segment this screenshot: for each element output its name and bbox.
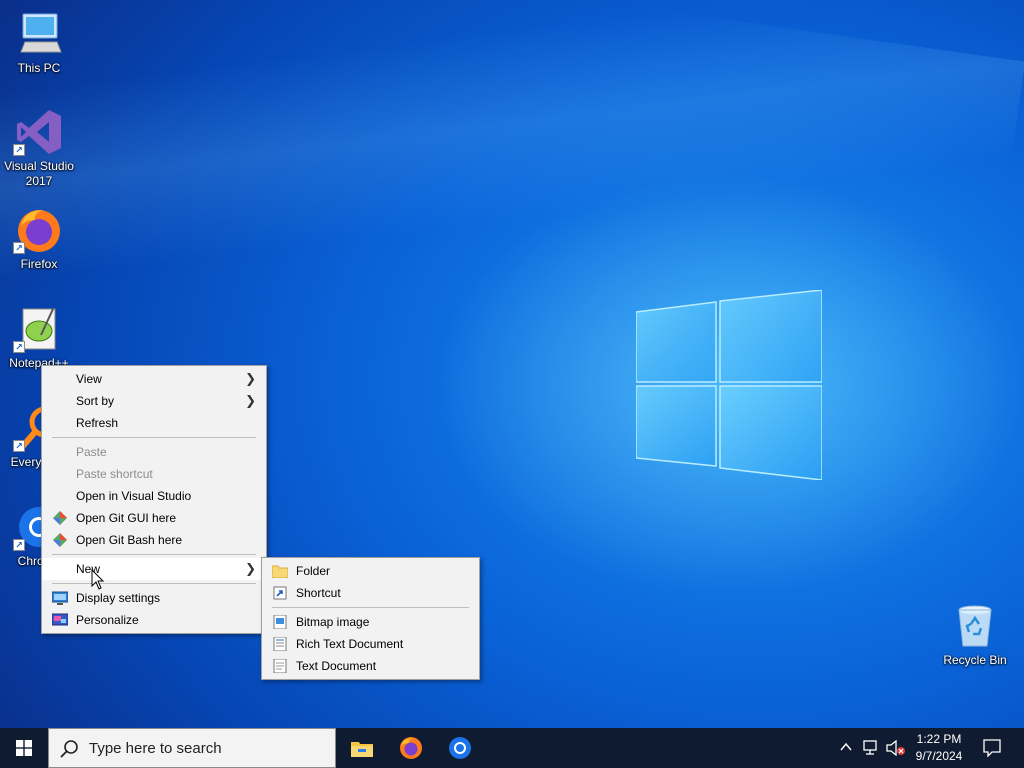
mouse-cursor-icon — [91, 569, 105, 590]
text-document-icon — [273, 659, 287, 673]
menu-separator — [52, 554, 256, 555]
menu-item-label: Open Git GUI here — [76, 511, 177, 525]
menu-item-refresh[interactable]: Refresh — [42, 412, 266, 434]
new-submenu: Folder Shortcut Bitmap image Rich Text D… — [261, 557, 480, 680]
menu-item-label: Open in Visual Studio — [76, 489, 192, 503]
menu-item-label: Display settings — [76, 591, 161, 605]
menu-item-label: Open Git Bash here — [76, 533, 183, 547]
menu-item-open-git-bash[interactable]: Open Git Bash here — [42, 529, 266, 551]
taskbar-file-explorer[interactable] — [338, 728, 386, 768]
shortcut-arrow-icon: ↗ — [13, 341, 25, 353]
shortcut-arrow-icon: ↗ — [13, 144, 25, 156]
submenu-item-text-document[interactable]: Text Document — [262, 655, 479, 677]
chevron-right-icon: ❯ — [245, 371, 256, 386]
menu-item-paste-shortcut[interactable]: Paste shortcut — [42, 463, 266, 485]
desktop-icon-this-pc[interactable]: This PC — [1, 10, 77, 76]
menu-item-paste[interactable]: Paste — [42, 441, 266, 463]
git-icon — [53, 533, 67, 547]
chevron-up-icon[interactable] — [840, 742, 852, 752]
clock-date: 9/7/2024 — [915, 749, 963, 763]
desktop-icon-label: Recycle Bin — [943, 653, 1007, 667]
start-button[interactable] — [0, 728, 48, 768]
shortcut-arrow-icon: ↗ — [13, 539, 25, 551]
menu-item-label: Paste shortcut — [76, 467, 153, 481]
submenu-item-rich-text-document[interactable]: Rich Text Document — [262, 633, 479, 655]
git-icon — [53, 511, 67, 525]
wallpaper-light-beam — [0, 0, 1024, 419]
menu-item-display-settings[interactable]: Display settings — [42, 587, 266, 609]
desktop-icon-label: Firefox — [20, 257, 58, 271]
menu-separator — [52, 583, 256, 584]
menu-item-label: Sort by — [76, 394, 115, 408]
chrome-icon — [449, 737, 471, 759]
menu-item-open-in-visual-studio[interactable]: Open in Visual Studio — [42, 485, 266, 507]
menu-item-label: Text Document — [296, 659, 377, 673]
desktop-context-menu: View ❯ Sort by ❯ Refresh Paste Paste sho… — [41, 365, 267, 634]
folder-icon — [272, 565, 288, 578]
taskbar-firefox[interactable] — [387, 728, 435, 768]
clock-time: 1:22 PM — [916, 732, 962, 746]
desktop-icon-visual-studio[interactable]: ↗ Visual Studio 2017 — [1, 108, 77, 189]
menu-item-label: Rich Text Document — [296, 637, 404, 651]
menu-item-label: Shortcut — [296, 586, 341, 600]
desktop-icon-notepadpp[interactable]: ↗ Notepad++ — [1, 305, 77, 371]
shortcut-icon — [273, 586, 287, 600]
menu-item-sort-by[interactable]: Sort by ❯ — [42, 390, 266, 412]
firefox-icon — [400, 737, 422, 759]
recycle-bin-icon — [958, 605, 992, 647]
desktop-icon-label: Visual Studio 2017 — [4, 159, 74, 188]
menu-item-label: Folder — [296, 564, 331, 578]
submenu-item-bitmap-image[interactable]: Bitmap image — [262, 611, 479, 633]
menu-item-new[interactable]: New ❯ — [42, 558, 266, 580]
menu-item-label: Paste — [76, 445, 107, 459]
desktop-icon-label: This PC — [17, 61, 61, 75]
menu-item-view[interactable]: View ❯ — [42, 368, 266, 390]
search-placeholder: Type here to search — [89, 740, 222, 757]
search-icon — [60, 740, 78, 758]
file-explorer-icon — [351, 742, 373, 757]
desktop-icon-firefox[interactable]: ↗ Firefox — [1, 206, 77, 272]
taskbar-chrome[interactable] — [436, 728, 484, 768]
rich-text-document-icon — [273, 637, 287, 651]
menu-item-open-git-gui[interactable]: Open Git GUI here — [42, 507, 266, 529]
notifications-icon[interactable] — [983, 739, 1001, 757]
menu-item-label: View — [76, 372, 102, 386]
chevron-right-icon: ❯ — [245, 393, 256, 408]
submenu-item-folder[interactable]: Folder — [262, 560, 479, 582]
network-icon[interactable] — [862, 740, 880, 756]
menu-separator — [272, 607, 469, 608]
menu-item-label: Refresh — [76, 416, 119, 430]
windows-start-icon — [16, 740, 32, 756]
chevron-right-icon: ❯ — [245, 561, 256, 576]
windows-logo-wallpaper — [636, 290, 822, 480]
display-settings-icon — [52, 591, 68, 605]
taskbar: Type here to search 1:22 PM 9/7/2024 — [0, 728, 1024, 768]
desktop-icon-recycle-bin[interactable]: Recycle Bin — [937, 602, 1013, 668]
menu-item-label: Bitmap image — [296, 615, 370, 629]
taskbar-search-box[interactable]: Type here to search — [48, 728, 336, 768]
shortcut-arrow-icon: ↗ — [13, 440, 25, 452]
shortcut-arrow-icon: ↗ — [13, 242, 25, 254]
menu-item-personalize[interactable]: Personalize — [42, 609, 266, 631]
menu-separator — [52, 437, 256, 438]
bitmap-image-icon — [273, 615, 287, 629]
submenu-item-shortcut[interactable]: Shortcut — [262, 582, 479, 604]
menu-item-label: Personalize — [76, 613, 139, 627]
personalize-icon — [52, 613, 68, 626]
this-pc-icon — [20, 13, 62, 53]
taskbar-clock[interactable]: 1:22 PM 9/7/2024 — [900, 731, 978, 765]
